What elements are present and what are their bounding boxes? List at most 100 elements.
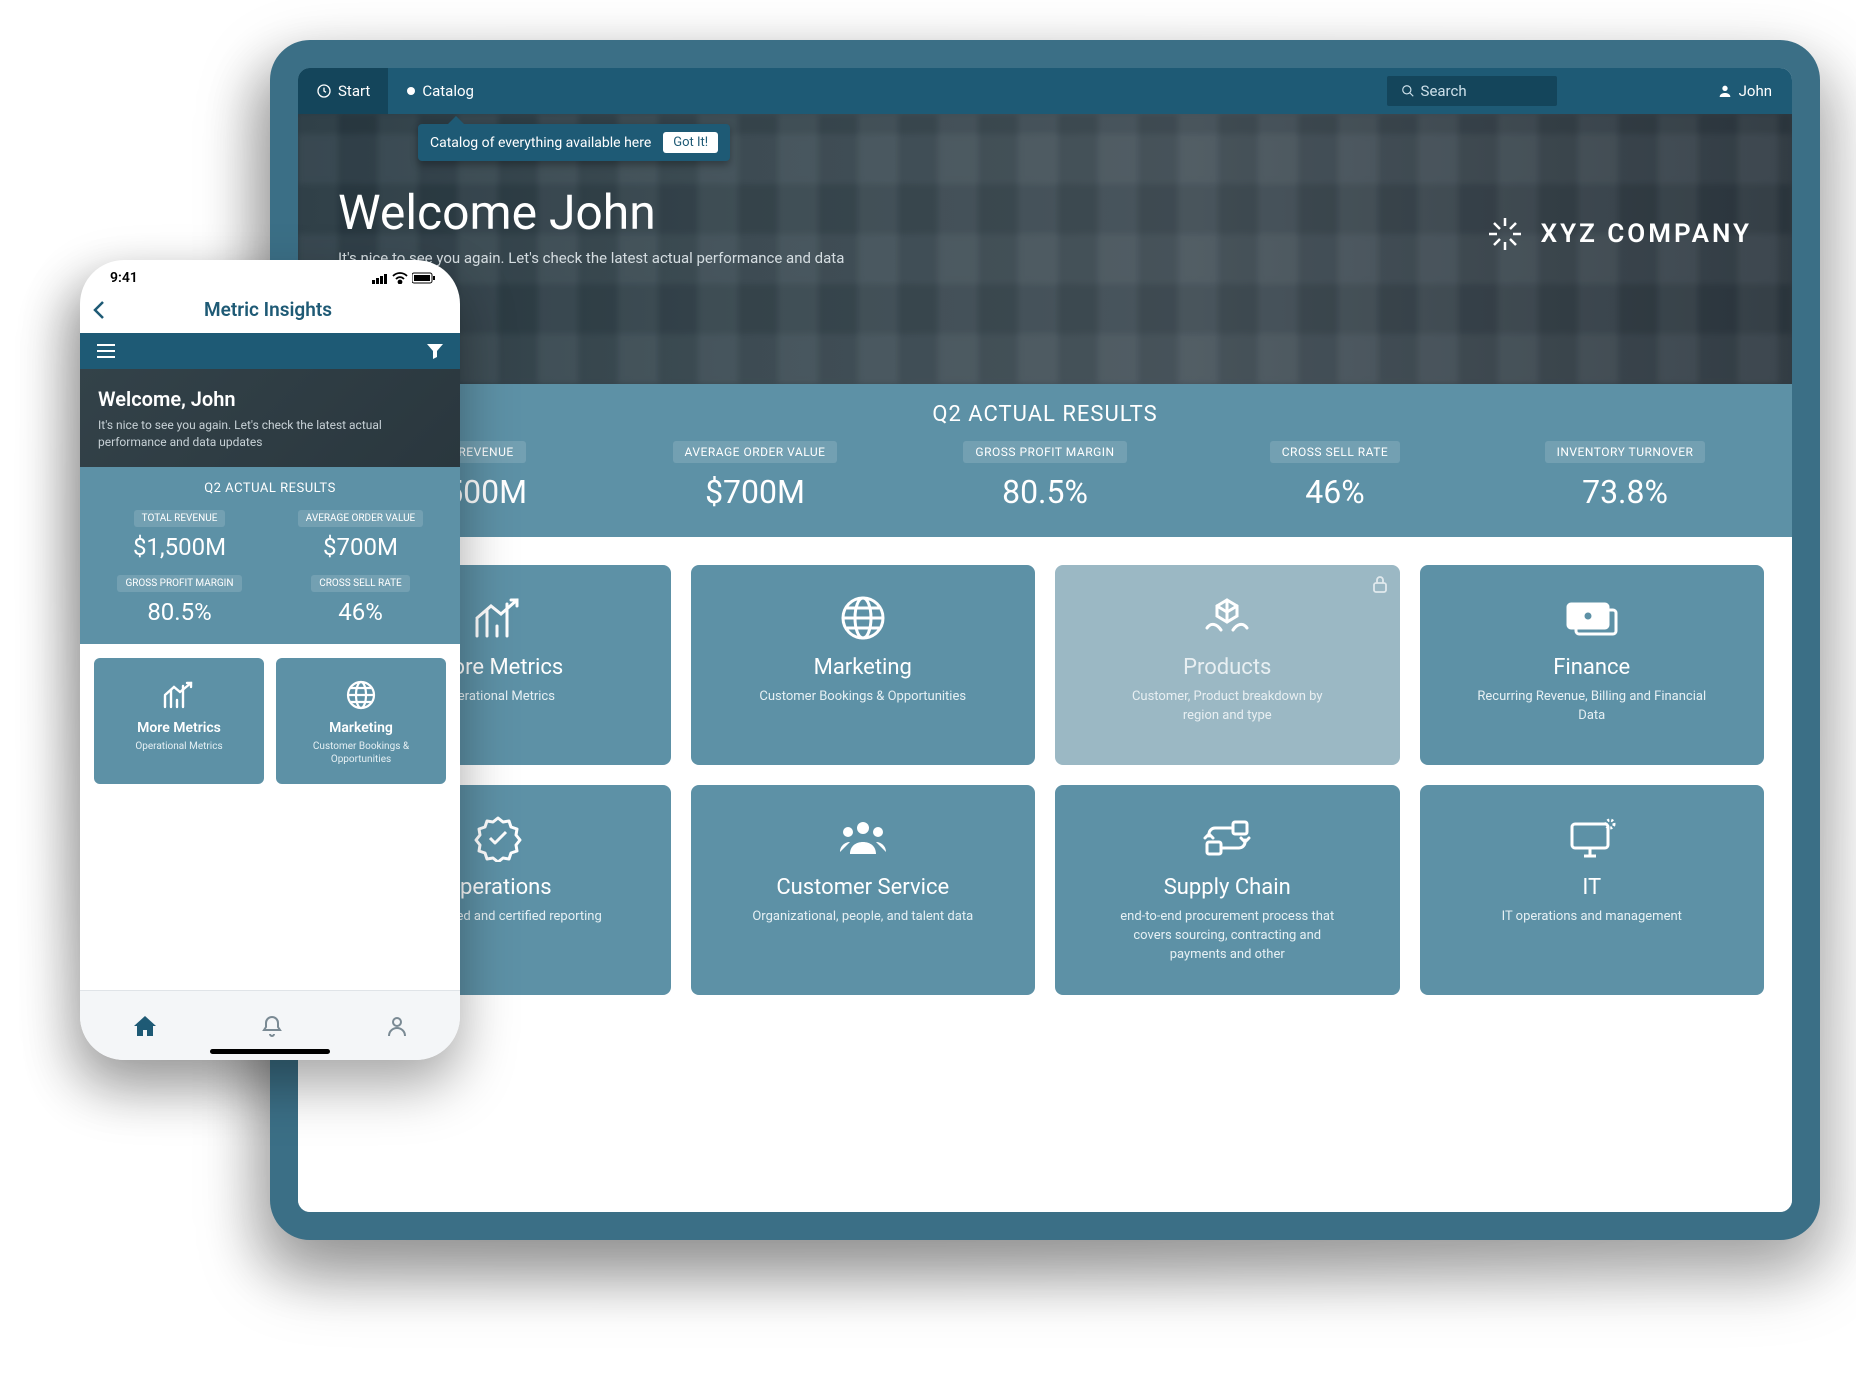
hands-product-icon xyxy=(1201,591,1253,645)
people-icon xyxy=(836,811,890,865)
phone-toolbar xyxy=(80,333,460,369)
kpi-inventory-turnover[interactable]: INVENTORY TURNOVER 73.8% xyxy=(1488,441,1762,511)
kpi-value: 80.5% xyxy=(908,473,1182,511)
user-icon xyxy=(1717,83,1733,99)
tile-title: Marketing xyxy=(814,655,912,680)
tile-finance[interactable]: Finance Recurring Revenue, Billing and F… xyxy=(1420,565,1765,765)
kpi-label: TOTAL REVENUE xyxy=(134,510,226,527)
battery-icon xyxy=(412,272,436,284)
phone-tile-more-metrics[interactable]: More Metrics Operational Metrics xyxy=(94,658,264,784)
phone-header: Metric Insights xyxy=(80,290,460,333)
chart-trend-icon xyxy=(471,591,525,645)
kpi-value: $700M xyxy=(618,473,892,511)
kpi-average-order-value[interactable]: AVERAGE ORDER VALUE $700M xyxy=(618,441,892,511)
home-indicator[interactable] xyxy=(210,1049,330,1054)
status-indicators xyxy=(372,272,436,284)
status-time: 9:41 xyxy=(110,270,138,286)
tile-supply-chain[interactable]: Supply Chain end-to-end procurement proc… xyxy=(1055,785,1400,995)
phone-kpi-cross-sell-rate[interactable]: CROSS SELL RATE 46% xyxy=(275,571,446,626)
money-icon xyxy=(1564,591,1620,645)
phone-kpi-gross-profit-margin[interactable]: GROSS PROFIT MARGIN 80.5% xyxy=(94,571,265,626)
phone-device: 9:41 Metric Insights Welcome, John It's … xyxy=(80,260,460,1060)
user-menu[interactable]: John xyxy=(1717,82,1792,100)
nav-start[interactable]: Start xyxy=(298,68,388,114)
globe-icon xyxy=(839,591,887,645)
lock-icon xyxy=(1372,575,1388,593)
hero-banner: Catalog of everything available here Got… xyxy=(298,114,1792,384)
search-icon xyxy=(1401,84,1415,98)
kpi-strip: Q2 ACTUAL RESULTS TOTAL REVENUE $1,500M … xyxy=(298,384,1792,537)
dot-icon xyxy=(406,86,416,96)
tile-it[interactable]: IT IT operations and management xyxy=(1420,785,1765,995)
tab-notifications[interactable] xyxy=(261,1014,283,1038)
tile-title: Supply Chain xyxy=(1164,875,1291,900)
kpi-cross-sell-rate[interactable]: CROSS SELL RATE 46% xyxy=(1198,441,1472,511)
tab-profile[interactable] xyxy=(386,1014,408,1038)
kpi-label: GROSS PROFIT MARGIN xyxy=(963,441,1126,463)
tablet-screen: Start Catalog Search John xyxy=(298,68,1792,1212)
tile-title: IT xyxy=(1582,875,1601,900)
kpi-value: 46% xyxy=(275,598,446,626)
back-icon[interactable] xyxy=(92,300,106,320)
kpi-label: AVERAGE ORDER VALUE xyxy=(673,441,838,463)
tile-desc: Recurring Revenue, Billing and Financial… xyxy=(1477,688,1707,726)
tab-home[interactable] xyxy=(132,1014,158,1038)
signal-icon xyxy=(372,273,388,284)
catalog-tooltip: Catalog of everything available here Got… xyxy=(418,124,730,161)
monitor-icon xyxy=(1566,811,1618,865)
kpi-label: CROSS SELL RATE xyxy=(311,575,410,592)
tile-customer-service[interactable]: Customer Service Organizational, people,… xyxy=(691,785,1036,995)
phone-status-bar: 9:41 xyxy=(80,260,460,290)
tile-title: Products xyxy=(1183,655,1271,680)
menu-icon[interactable] xyxy=(96,343,116,359)
tooltip-text: Catalog of everything available here xyxy=(430,135,651,151)
tile-desc: end-to-end procurement process that cove… xyxy=(1112,908,1342,965)
phone-kpi-average-order-value[interactable]: AVERAGE ORDER VALUE $700M xyxy=(275,506,446,561)
globe-icon xyxy=(345,676,377,714)
filter-icon[interactable] xyxy=(426,343,444,359)
tablet-device: Start Catalog Search John xyxy=(270,40,1820,1240)
phone-kpi-strip: Q2 ACTUAL RESULTS TOTAL REVENUE $1,500M … xyxy=(80,467,460,644)
phone-kpi-total-revenue[interactable]: TOTAL REVENUE $1,500M xyxy=(94,506,265,561)
user-name: John xyxy=(1739,82,1772,100)
tooltip-gotit-button[interactable]: Got It! xyxy=(663,132,718,153)
kpi-label: INVENTORY TURNOVER xyxy=(1545,441,1706,463)
kpi-section-title: Q2 ACTUAL RESULTS xyxy=(328,402,1762,427)
chart-trend-icon xyxy=(161,676,197,714)
kpi-value: $1,500M xyxy=(94,533,265,561)
kpi-value: 73.8% xyxy=(1488,473,1762,511)
kpi-value: 80.5% xyxy=(94,598,265,626)
dashboard-icon xyxy=(316,83,332,99)
tile-marketing[interactable]: Marketing Customer Bookings & Opportunit… xyxy=(691,565,1036,765)
phone-hero-title: Welcome, John xyxy=(98,387,442,411)
wifi-icon xyxy=(392,272,408,284)
phone-hero-subtitle: It's nice to see you again. Let's check … xyxy=(98,417,442,451)
kpi-label: GROSS PROFIT MARGIN xyxy=(117,575,241,592)
tile-desc: Organizational, people, and talent data xyxy=(752,908,973,927)
cycle-icon xyxy=(1201,811,1253,865)
search-input[interactable]: Search xyxy=(1387,76,1557,106)
search-placeholder: Search xyxy=(1421,82,1467,100)
top-nav: Start Catalog Search John xyxy=(298,68,1792,114)
tile-area: More Metrics Operational Metrics Marketi… xyxy=(298,537,1792,1212)
phone-kpi-title: Q2 ACTUAL RESULTS xyxy=(94,481,446,496)
tile-desc: IT operations and management xyxy=(1502,908,1682,927)
tile-title: Marketing xyxy=(329,720,393,736)
company-brand: XYZ COMPANY xyxy=(1485,214,1752,254)
phone-tile-marketing[interactable]: Marketing Customer Bookings & Opportunit… xyxy=(276,658,446,784)
nav-catalog[interactable]: Catalog xyxy=(388,68,492,114)
tile-products[interactable]: Products Customer, Product breakdown by … xyxy=(1055,565,1400,765)
brand-logo-icon xyxy=(1485,214,1525,254)
kpi-value: 46% xyxy=(1198,473,1472,511)
tile-desc: Customer, Product breakdown by region an… xyxy=(1112,688,1342,726)
tile-desc: Operational Metrics xyxy=(135,740,222,753)
kpi-gross-profit-margin[interactable]: GROSS PROFIT MARGIN 80.5% xyxy=(908,441,1182,511)
nav-catalog-label: Catalog xyxy=(422,82,474,100)
tile-title: Operations xyxy=(445,875,552,900)
tile-desc: Customer Bookings & Opportunities xyxy=(759,688,966,707)
tile-title: Finance xyxy=(1553,655,1630,680)
kpi-label: AVERAGE ORDER VALUE xyxy=(298,510,424,527)
tile-desc: Customer Bookings & Opportunities xyxy=(286,740,436,766)
phone-app-title: Metric Insights xyxy=(106,298,430,321)
tile-title: More Metrics xyxy=(137,720,221,736)
